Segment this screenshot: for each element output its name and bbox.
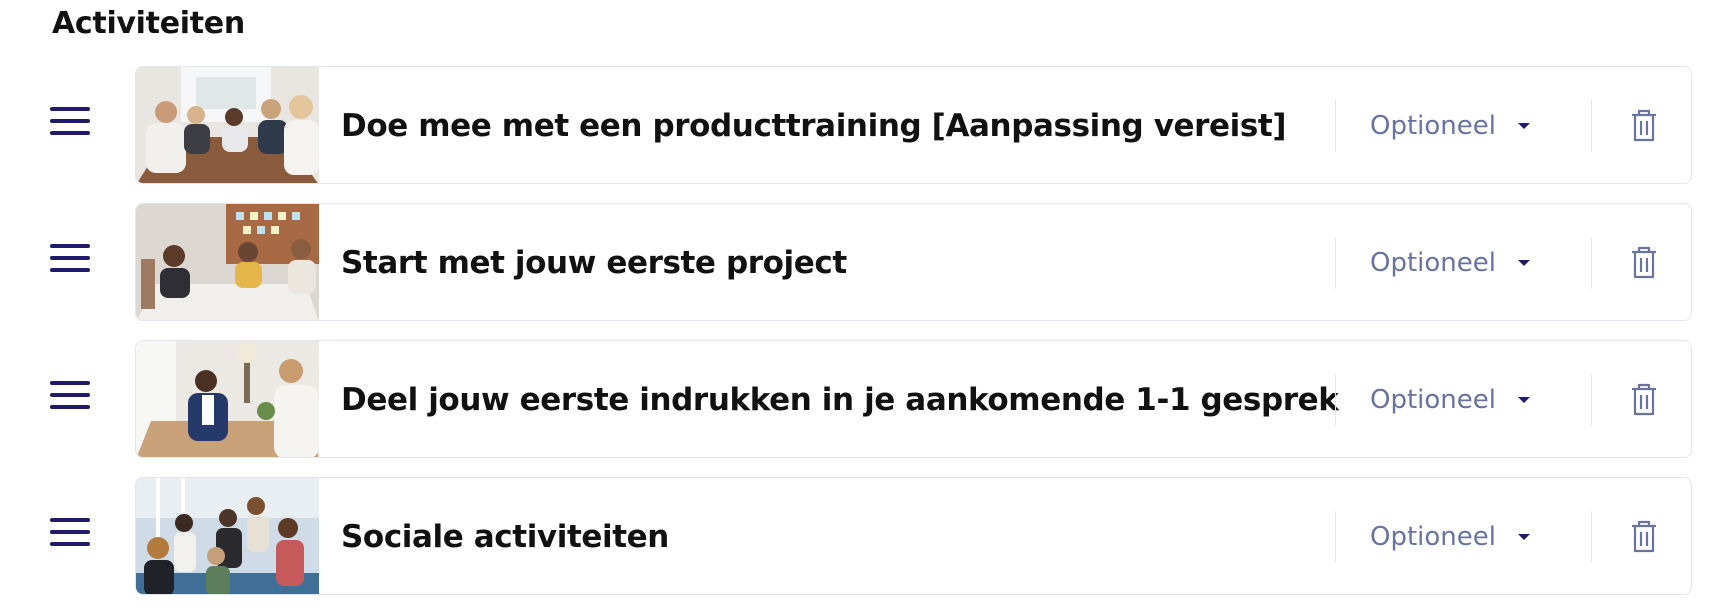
status-select[interactable]: Optioneel xyxy=(1370,102,1550,150)
divider xyxy=(1591,100,1592,152)
activity-row: Deel jouw eerste indrukken in je aankome… xyxy=(0,340,1728,458)
activity-title: Sociale activiteiten xyxy=(341,519,669,555)
trash-icon[interactable] xyxy=(1626,381,1662,419)
activity-card: Doe mee met een producttraining [Aanpass… xyxy=(135,66,1692,184)
divider xyxy=(1335,100,1336,152)
activity-list: Doe mee met een producttraining [Aanpass… xyxy=(0,66,1728,614)
divider xyxy=(1335,374,1336,426)
divider xyxy=(1591,374,1592,426)
status-select[interactable]: Optioneel xyxy=(1370,376,1550,424)
status-select-value: Optioneel xyxy=(1370,248,1496,278)
divider xyxy=(1335,237,1336,289)
drag-handle-icon[interactable] xyxy=(50,107,90,143)
caret-down-icon xyxy=(1518,260,1530,266)
activity-card: Sociale activiteiten Optioneel xyxy=(135,477,1692,595)
activity-thumbnail xyxy=(136,204,319,320)
drag-handle-icon[interactable] xyxy=(50,518,90,554)
caret-down-icon xyxy=(1518,397,1530,403)
divider xyxy=(1591,237,1592,289)
activity-thumbnail xyxy=(136,341,319,457)
section-title: Activiteiten xyxy=(52,6,245,41)
drag-handle-icon[interactable] xyxy=(50,244,90,280)
activity-card: Deel jouw eerste indrukken in je aankome… xyxy=(135,340,1692,458)
activity-thumbnail xyxy=(136,478,319,594)
status-select-value: Optioneel xyxy=(1370,385,1496,415)
divider xyxy=(1335,511,1336,563)
status-select-value: Optioneel xyxy=(1370,522,1496,552)
activity-row: Doe mee met een producttraining [Aanpass… xyxy=(0,66,1728,184)
activity-row: Sociale activiteiten Optioneel xyxy=(0,477,1728,595)
caret-down-icon xyxy=(1518,534,1530,540)
trash-icon[interactable] xyxy=(1626,518,1662,556)
trash-icon[interactable] xyxy=(1626,244,1662,282)
status-select[interactable]: Optioneel xyxy=(1370,239,1550,287)
activity-card: Start met jouw eerste project Optioneel xyxy=(135,203,1692,321)
trash-icon[interactable] xyxy=(1626,107,1662,145)
drag-handle-icon[interactable] xyxy=(50,381,90,417)
activity-title: Doe mee met een producttraining [Aanpass… xyxy=(341,108,1287,144)
status-select[interactable]: Optioneel xyxy=(1370,513,1550,561)
status-select-value: Optioneel xyxy=(1370,111,1496,141)
activity-thumbnail xyxy=(136,67,319,183)
divider xyxy=(1591,511,1592,563)
activity-title: Start met jouw eerste project xyxy=(341,245,847,281)
caret-down-icon xyxy=(1518,123,1530,129)
activity-row: Start met jouw eerste project Optioneel xyxy=(0,203,1728,321)
activity-title: Deel jouw eerste indrukken in je aankome… xyxy=(341,382,1339,418)
